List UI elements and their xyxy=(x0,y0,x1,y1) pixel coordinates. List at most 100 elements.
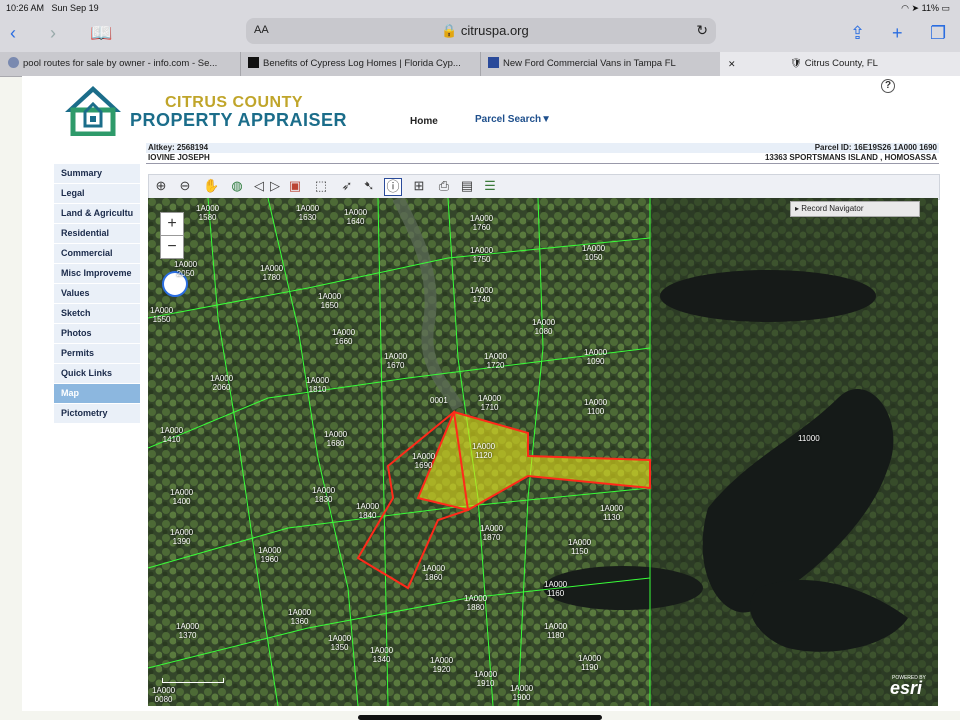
tab-bar: pool routes for sale by owner - info.com… xyxy=(0,52,960,77)
zoom-to-selection-icon[interactable]: ▣ xyxy=(287,178,303,194)
zoom-box-icon[interactable]: ⬚ xyxy=(313,178,329,194)
sidebar-item-photos[interactable]: Photos xyxy=(54,324,140,344)
zoom-out-tool-icon[interactable]: ⊖ xyxy=(177,178,193,194)
logo-property-appraiser: PROPERTY APPRAISER xyxy=(130,110,348,130)
parcel-label: 0001 xyxy=(430,396,448,405)
full-extent-globe-icon[interactable]: ◍ xyxy=(229,178,245,194)
print-icon[interactable]: ⎙ xyxy=(436,178,452,194)
parcel-label: 1A000 1670 xyxy=(384,352,408,370)
sidebar-item-residential[interactable]: Residential xyxy=(54,224,140,244)
select-arrow-icon[interactable]: ➶ xyxy=(339,178,355,194)
house-logo-icon[interactable] xyxy=(61,82,125,136)
measure-tool-icon[interactable]: ⊞ xyxy=(411,178,427,194)
parcel-label: 1A000 1130 xyxy=(600,504,624,522)
battery-level: 11% xyxy=(921,3,939,13)
parcel-label: 1A000 1100 xyxy=(584,398,608,416)
help-icon[interactable]: ? xyxy=(881,79,895,93)
parcel-label: 1A000 1880 xyxy=(464,594,488,612)
sidebar-item-pictometry[interactable]: Pictometry xyxy=(54,404,140,424)
tab-1[interactable]: pool routes for sale by owner - info.com… xyxy=(0,52,241,76)
pan-hand-icon[interactable]: ✋ xyxy=(203,178,219,194)
zoom-in-tool-icon[interactable]: ⊕ xyxy=(153,178,169,194)
parcel-label: 1A000 1080 xyxy=(532,318,556,336)
parcel-label: 1A000 1840 xyxy=(356,502,380,520)
parcel-label: 1A000 1390 xyxy=(170,528,194,546)
sidebar-item-sketch[interactable]: Sketch xyxy=(54,304,140,324)
identify-pointer-icon[interactable]: ➷ xyxy=(361,178,377,194)
parcel-label: 1A000 0080 xyxy=(152,686,176,704)
wifi-icon: ◠ xyxy=(901,3,910,13)
parcel-label: 1A000 1050 xyxy=(582,244,606,262)
parcel-label: 1A000 1410 xyxy=(160,426,184,444)
parcel-label: 1A000 1810 xyxy=(306,376,330,394)
sidebar-item-land-agriculture[interactable]: Land & Agricultu xyxy=(54,204,140,224)
parcel-label: 1A000 1720 xyxy=(484,352,508,370)
info-tool-icon[interactable]: ⓘ xyxy=(384,178,402,196)
sidebar-item-map[interactable]: Map xyxy=(54,384,140,404)
layers-icon[interactable]: ☰ xyxy=(482,178,498,194)
record-navigator-button[interactable]: ▸ Record Navigator xyxy=(790,201,920,217)
tab-favicon-icon xyxy=(488,57,499,68)
parcel-label: 1A000 1710 xyxy=(478,394,502,412)
back-icon[interactable]: ‹ xyxy=(10,22,16,44)
parcel-label: 1A000 1780 xyxy=(260,264,284,282)
forward-icon[interactable]: › xyxy=(50,22,56,44)
browser-toolbar: ‹ › 📖 AA 🔒 citruspa.org ↻ ⇪ + ❐ xyxy=(0,17,960,52)
tabs-overview-icon[interactable]: ❐ xyxy=(930,22,946,44)
sidebar-item-misc-improvements[interactable]: Misc Improveme xyxy=(54,264,140,284)
parcel-id-text: Parcel ID: 16E19S26 1A000 1690 xyxy=(814,143,937,152)
sidebar-item-permits[interactable]: Permits xyxy=(54,344,140,364)
parcel-label: 1A000 1760 xyxy=(470,214,494,232)
status-time: 10:26 AM Sun Sep 19 xyxy=(6,3,99,13)
share-icon[interactable]: ⇪ xyxy=(850,22,865,44)
tab-favicon-icon: 🛡 xyxy=(790,58,803,69)
parcel-info-bar: Altkey: 2568194 Parcel ID: 16E19S26 1A00… xyxy=(146,143,939,153)
sidebar-item-quick-links[interactable]: Quick Links xyxy=(54,364,140,384)
new-tab-icon[interactable]: + xyxy=(892,22,903,44)
reload-icon[interactable]: ↻ xyxy=(696,22,708,39)
altkey-text: Altkey: 2568194 xyxy=(148,143,209,152)
parcel-label: 1A000 2060 xyxy=(210,374,234,392)
sidebar-item-commercial[interactable]: Commercial xyxy=(54,244,140,264)
previous-extent-icon[interactable]: ◁ xyxy=(251,178,267,194)
parcel-label: 1A000 1740 xyxy=(470,286,494,304)
parcel-label: 1A000 1630 xyxy=(296,204,320,222)
url-text[interactable]: 🔒 citruspa.org xyxy=(441,23,529,39)
home-indicator xyxy=(358,715,602,720)
parcel-label: 1A000 1400 xyxy=(170,488,194,506)
parcel-map[interactable]: + − ▸ Record Navigator 1A000 1580 1A000 1… xyxy=(148,198,938,706)
address-bar[interactable]: AA 🔒 citruspa.org ↻ xyxy=(246,18,716,44)
tab-2[interactable]: Benefits of Cypress Log Homes | Florida … xyxy=(240,52,481,76)
nav-parcel-search-dropdown[interactable]: Parcel Search▼ xyxy=(475,114,551,125)
parcel-label: 1A000 1960 xyxy=(258,546,282,564)
property-address: 13363 SPORTSMANS ISLAND , HOMOSASSA xyxy=(764,153,937,162)
sidebar-menu: Summary Legal Land & Agricultu Residenti… xyxy=(54,164,140,424)
sidebar-item-legal[interactable]: Legal xyxy=(54,184,140,204)
parcel-label: 1A000 1870 xyxy=(480,524,504,542)
bookmarks-icon[interactable]: 📖 xyxy=(90,22,112,44)
tab-4-active[interactable]: ✕ 🛡 Citrus County, FL xyxy=(720,52,960,76)
parcel-label: 11000 xyxy=(798,434,820,443)
tab-favicon-icon xyxy=(248,57,259,68)
sidebar-item-summary[interactable]: Summary xyxy=(54,164,140,184)
export-icon[interactable]: ▤ xyxy=(459,178,475,194)
close-tab-icon[interactable]: ✕ xyxy=(728,52,736,76)
sidebar-item-values[interactable]: Values xyxy=(54,284,140,304)
parcel-label: 1A000 1900 xyxy=(510,684,534,702)
parcel-label: 1A000 1150 xyxy=(568,538,592,556)
parcel-label: 1A000 1350 xyxy=(328,634,352,652)
reader-aa-button[interactable]: AA xyxy=(254,24,269,36)
parcel-label: 1A000 1090 xyxy=(584,348,608,366)
nav-home-link[interactable]: Home xyxy=(410,116,438,127)
parcel-label: 1A000 1860 xyxy=(422,564,446,582)
parcel-label: 1A000 1650 xyxy=(318,292,342,310)
parcel-label: 1A000 1830 xyxy=(312,486,336,504)
tab-3[interactable]: New Ford Commercial Vans in Tampa FL xyxy=(480,52,721,76)
next-extent-icon[interactable]: ▷ xyxy=(267,178,283,194)
parcel-label: 1A000 1190 xyxy=(578,654,602,672)
parcel-label: 1A000 1910 xyxy=(474,670,498,688)
map-zoom-out-button[interactable]: − xyxy=(161,235,183,258)
parcel-label: 1A000 1640 xyxy=(344,208,368,226)
web-page: CITRUS COUNTY PROPERTY APPRAISER Home Pa… xyxy=(22,76,960,720)
map-zoom-in-button[interactable]: + xyxy=(161,213,183,235)
